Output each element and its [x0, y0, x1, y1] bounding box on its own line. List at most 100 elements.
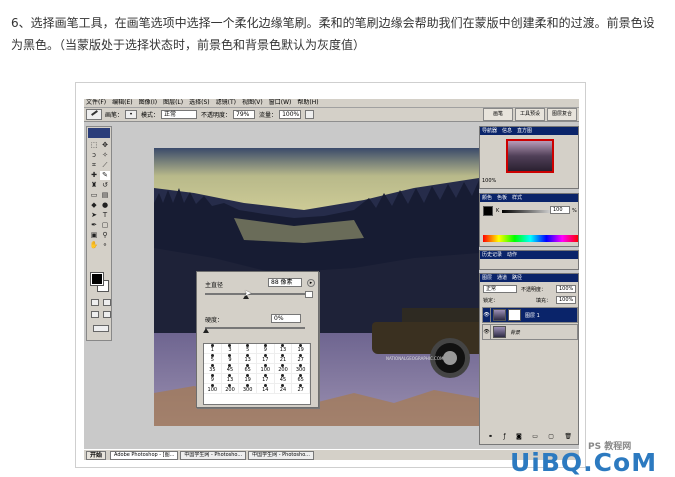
menu-image[interactable]: 图像(I): [139, 99, 157, 107]
brush-preset[interactable]: 45: [221, 364, 240, 374]
crop-icon[interactable]: ⌗: [89, 161, 99, 170]
photoshop-feather-icon[interactable]: [88, 128, 110, 138]
imageready-icon[interactable]: [93, 325, 109, 332]
layer-row[interactable]: 👁 图层 1: [482, 307, 578, 323]
tab-actions[interactable]: 动作: [507, 251, 517, 259]
brush-icon[interactable]: ✎: [100, 171, 110, 180]
color-spectrum-bar[interactable]: [483, 235, 578, 242]
layer-row[interactable]: 👁 背景: [482, 324, 578, 340]
menu-edit[interactable]: 编辑(E): [112, 99, 132, 107]
type-icon[interactable]: T: [100, 211, 110, 220]
notes-icon[interactable]: ▣: [89, 231, 99, 240]
brush-preset[interactable]: 5: [204, 354, 222, 364]
color-fg-swatch[interactable]: [483, 206, 493, 216]
palette-tab-layer-comps[interactable]: 图层复合: [547, 108, 577, 121]
quick-mask-icon[interactable]: [103, 299, 111, 306]
foreground-color-swatch[interactable]: [90, 272, 104, 286]
brush-preset-picker[interactable]: •: [125, 110, 138, 119]
brush-preset[interactable]: 14: [256, 384, 275, 394]
full-screen-icon[interactable]: [103, 311, 111, 318]
brush-preset[interactable]: 3: [221, 344, 240, 354]
menu-window[interactable]: 窗口(W): [269, 99, 292, 107]
eyedropper-icon[interactable]: ⚲: [100, 231, 110, 240]
tab-channels[interactable]: 通道: [497, 274, 507, 282]
dodge-icon[interactable]: ●: [100, 201, 110, 210]
brush-preset[interactable]: 35: [204, 364, 222, 374]
start-button[interactable]: 开始: [86, 450, 107, 460]
link-icon[interactable]: ⚭: [488, 433, 493, 442]
tab-navigator[interactable]: 导航器: [482, 127, 497, 135]
brush-preset[interactable]: 13: [239, 354, 257, 364]
menu-file[interactable]: 文件(F): [86, 99, 106, 107]
menu-layer[interactable]: 图层(L): [163, 99, 183, 107]
palette-tab-tool-presets[interactable]: 工具预设: [515, 108, 545, 121]
brush-preset[interactable]: 19: [292, 344, 310, 354]
brush-preset[interactable]: 27: [292, 384, 310, 394]
diameter-field[interactable]: 88 像素: [268, 278, 302, 287]
hardness-slider[interactable]: [205, 327, 305, 329]
brush-preset[interactable]: 5: [239, 344, 257, 354]
tab-histogram[interactable]: 直方图: [517, 127, 532, 135]
brush-preset[interactable]: 65: [292, 374, 310, 384]
task-browser-1[interactable]: 中国学生网 - Photosho...: [180, 450, 247, 460]
screen-mode-icon[interactable]: [91, 311, 99, 318]
brush-preset[interactable]: 100: [204, 384, 222, 394]
slice-icon[interactable]: ⟋: [100, 161, 110, 170]
brush-preset[interactable]: 27: [292, 354, 310, 364]
palette-tab-brushes[interactable]: 画笔: [483, 108, 513, 121]
standard-mode-icon[interactable]: [91, 299, 99, 306]
tab-info[interactable]: 信息: [502, 127, 512, 135]
stamp-icon[interactable]: ♜: [89, 181, 99, 190]
opacity-field[interactable]: 79%: [233, 110, 256, 119]
shape-icon[interactable]: ▢: [100, 221, 110, 230]
fill-field[interactable]: 100%: [556, 296, 576, 304]
brush-preset[interactable]: 9: [256, 344, 275, 354]
diameter-slider[interactable]: [205, 293, 305, 295]
layer-mask-thumbnail[interactable]: [508, 309, 521, 321]
brush-preset[interactable]: 65: [239, 364, 257, 374]
brush-preset[interactable]: 9: [221, 354, 240, 364]
flow-field[interactable]: 100%: [279, 110, 302, 119]
navigator-thumbnail[interactable]: [506, 139, 554, 173]
popup-menu-arrow-icon[interactable]: ▸: [307, 279, 315, 287]
hardness-slider-thumb[interactable]: [203, 328, 209, 333]
eye-icon[interactable]: 👁: [483, 308, 491, 322]
tab-styles[interactable]: 样式: [512, 194, 522, 202]
pen-icon[interactable]: ✒: [89, 221, 99, 230]
zoom-value[interactable]: 100%: [482, 178, 496, 184]
eraser-icon[interactable]: ▭: [89, 191, 99, 200]
brush-preset[interactable]: 200: [274, 364, 293, 374]
brush-preset[interactable]: 24: [274, 384, 293, 394]
airbrush-icon[interactable]: [305, 110, 315, 119]
menu-help[interactable]: 帮助(H): [297, 99, 318, 107]
zoom-icon[interactable]: ⚬: [100, 241, 110, 250]
brush-preset[interactable]: 13: [274, 344, 293, 354]
brush-preset[interactable]: 1: [204, 344, 222, 354]
marquee-icon[interactable]: ⬚: [89, 141, 99, 150]
tab-paths[interactable]: 路径: [512, 274, 522, 282]
blur-icon[interactable]: ◆: [89, 201, 99, 210]
menu-view[interactable]: 视图(V): [242, 99, 263, 107]
brush-preset[interactable]: 300: [292, 364, 310, 374]
blend-mode-select[interactable]: 正常: [483, 285, 517, 293]
hand-icon[interactable]: ✋: [89, 241, 99, 250]
brush-preset[interactable]: 200: [221, 384, 240, 394]
layer-style-icon[interactable]: ƒ: [503, 433, 505, 442]
gradient-icon[interactable]: ▤: [100, 191, 110, 200]
magic-wand-icon[interactable]: ✧: [100, 151, 110, 160]
brush-preset[interactable]: 45: [274, 374, 293, 384]
tab-layers[interactable]: 图层: [482, 274, 492, 282]
move-icon[interactable]: ✥: [100, 141, 110, 150]
brush-preset[interactable]: 19: [239, 374, 257, 384]
brush-tool-icon[interactable]: [86, 109, 102, 120]
eye-icon[interactable]: 👁: [483, 325, 491, 339]
tab-swatches[interactable]: 色板: [497, 194, 507, 202]
layer-opacity-field[interactable]: 100%: [556, 285, 576, 293]
history-brush-icon[interactable]: ↺: [100, 181, 110, 190]
menu-filter[interactable]: 滤镜(T): [216, 99, 236, 107]
hardness-field[interactable]: 0%: [271, 314, 301, 323]
brush-preset[interactable]: 17: [256, 374, 275, 384]
brush-preset[interactable]: 300: [239, 384, 257, 394]
brush-preset[interactable]: 9: [204, 374, 222, 384]
task-photoshop[interactable]: Adobe Photoshop - [图...: [110, 450, 179, 460]
